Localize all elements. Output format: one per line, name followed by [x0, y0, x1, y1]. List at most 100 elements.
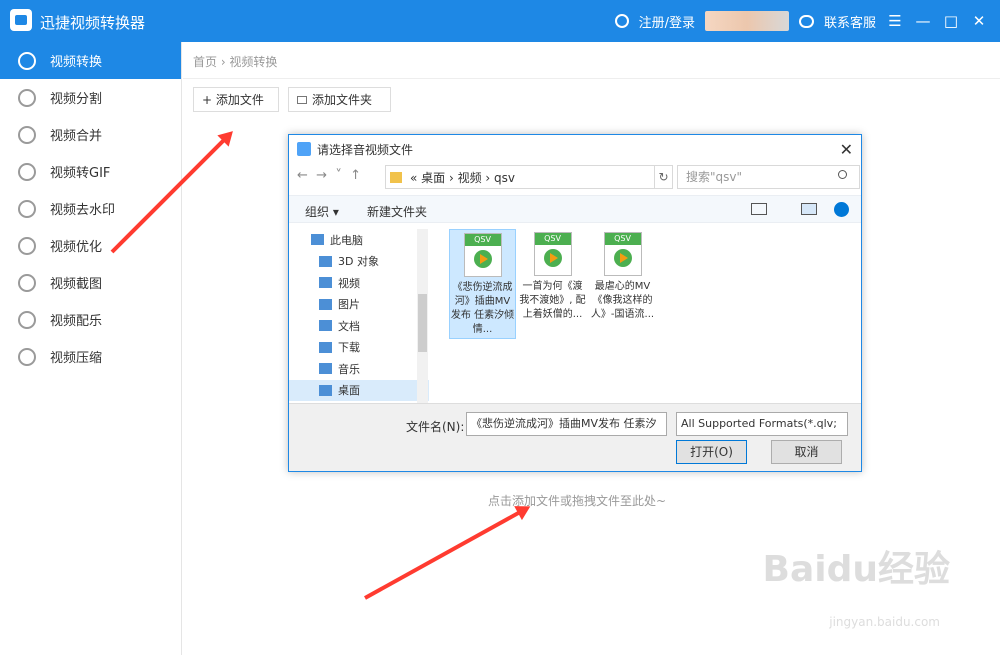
dialog-title-bar: 请选择音视频文件 [289, 135, 861, 163]
organize-button[interactable]: 组织 ▾ [305, 203, 339, 220]
dialog-title: 请选择音视频文件 [317, 142, 414, 157]
filename-input[interactable]: 《悲伤逆流成河》插曲MV发布 任素汐 [466, 412, 667, 436]
file-item[interactable]: QSV 最虐心的MV《像我这样的人》-国语流... [589, 229, 656, 339]
sidebar-item-merge[interactable]: 视频合并 [0, 116, 181, 153]
video-folder-icon [319, 277, 332, 289]
convert-icon [18, 51, 36, 70]
blurred-username [704, 11, 789, 31]
file-type-select[interactable]: All Supported Formats(*.qlv; [676, 412, 848, 436]
tree-scrollbar[interactable] [417, 229, 428, 403]
user-icon [614, 14, 629, 28]
titlebar-actions: 注册/登录 联系客服 ☰ — □ ✕ [614, 0, 988, 42]
add-folder-button[interactable]: 添加文件夹 [288, 87, 391, 112]
address-row: ← → ˅ ↑ « 桌面 › 视频 › qsv ↻ 搜索"qsv" [297, 165, 860, 189]
sidebar-item-label: 视频转换 [50, 55, 103, 70]
dialog-close-icon[interactable]: ✕ [840, 140, 853, 159]
qsv-badge: QSV [534, 233, 571, 245]
close-icon[interactable]: ✕ [970, 12, 988, 30]
preview-pane-icon[interactable] [801, 203, 817, 215]
sidebar-item-optimize[interactable]: 视频优化 [0, 227, 181, 264]
sidebar-item-label: 视频去水印 [50, 203, 116, 218]
file-item[interactable]: QSV 一首为何《渡我不渡她》, 配上着妖僧的... [519, 229, 586, 339]
cloud-icon [297, 142, 311, 156]
sidebar-item-label: 视频合并 [50, 129, 103, 144]
title-bar: 迅捷视频转换器 注册/登录 联系客服 ☰ — □ ✕ [0, 0, 1000, 42]
sidebar-item-label: 视频配乐 [50, 314, 103, 329]
merge-icon [18, 125, 36, 144]
tree-item-label: 文档 [338, 319, 360, 333]
tree-item-label: 图片 [338, 298, 360, 312]
dialog-bottom-bar: 文件名(N): 《悲伤逆流成河》插曲MV发布 任素汐 All Supported… [289, 403, 861, 471]
baidu-watermark: Baidu经验 [762, 549, 950, 590]
cancel-button[interactable]: 取消 [771, 440, 842, 464]
tree-item-desktop[interactable]: 桌面 [289, 379, 429, 401]
app-title: 迅捷视频转换器 [40, 14, 146, 32]
new-folder-button[interactable]: 新建文件夹 [367, 203, 427, 220]
gif-icon [18, 162, 36, 181]
minimize-icon[interactable]: — [914, 12, 932, 30]
search-input[interactable]: 搜索"qsv" [677, 165, 860, 189]
tree-item-label: 音乐 [338, 362, 360, 376]
watermark-url: jingyan.baidu.com [829, 615, 940, 629]
address-text: « 桌面 › 视频 › qsv [410, 170, 515, 185]
sidebar-item-split[interactable]: 视频分割 [0, 79, 181, 116]
search-icon[interactable] [838, 170, 847, 179]
computer-icon [311, 234, 324, 246]
login-link[interactable]: 注册/登录 [639, 12, 695, 31]
sidebar: 视频转换 视频分割 视频合并 视频转GIF 视频去水印 视频优化 视频截图 视频… [0, 42, 182, 655]
app-logo-icon [10, 9, 32, 31]
3d-objects-icon [319, 255, 332, 267]
tree-item-label: 桌面 [338, 384, 360, 398]
help-icon[interactable] [834, 202, 849, 217]
service-link[interactable]: 联系客服 [824, 12, 876, 31]
dialog-toolbar: 组织 ▾ 新建文件夹 [289, 195, 861, 223]
tree-item-pictures[interactable]: 图片 [289, 294, 429, 316]
menu-icon[interactable]: ☰ [886, 12, 904, 30]
picture-folder-icon [319, 298, 332, 310]
scrollbar-thumb[interactable] [418, 294, 427, 352]
tree-item-documents[interactable]: 文档 [289, 315, 429, 337]
download-icon [319, 341, 332, 353]
sidebar-item-compress[interactable]: 视频压缩 [0, 338, 181, 375]
sidebar-item-convert[interactable]: 视频转换 [0, 42, 181, 79]
maximize-icon[interactable]: □ [942, 12, 960, 30]
split-icon [18, 88, 36, 107]
qsv-file-icon: QSV [603, 232, 642, 276]
chat-icon [798, 14, 814, 28]
navigation-icons[interactable]: ← → ˅ ↑ [297, 168, 361, 183]
file-name: 《悲伤逆流成河》插曲MV发布 任素汐倾情... [450, 282, 515, 335]
qsv-file-icon: QSV [533, 232, 572, 276]
watermark-icon [18, 199, 36, 218]
sidebar-item-gif[interactable]: 视频转GIF [0, 153, 181, 190]
file-list: QSV 《悲伤逆流成河》插曲MV发布 任素汐倾情... QSV 一首为何《渡我不… [439, 229, 859, 403]
optimize-icon [18, 236, 36, 255]
sidebar-item-screenshot[interactable]: 视频截图 [0, 264, 181, 301]
tree-item-this-pc[interactable]: 此电脑 [289, 229, 429, 251]
sidebar-item-label: 视频优化 [50, 240, 103, 255]
tree-item-3d-objects[interactable]: 3D 对象 [289, 251, 429, 273]
refresh-icon[interactable]: ↻ [655, 165, 673, 189]
tree-item-downloads[interactable]: 下载 [289, 337, 429, 359]
tree-item-label: 此电脑 [330, 233, 363, 247]
file-item[interactable]: QSV 《悲伤逆流成河》插曲MV发布 任素汐倾情... [449, 229, 516, 339]
divider [183, 78, 1000, 79]
add-folder-label: 添加文件夹 [312, 93, 373, 107]
sidebar-item-music[interactable]: 视频配乐 [0, 301, 181, 338]
sidebar-item-label: 视频截图 [50, 277, 103, 292]
filename-label: 文件名(N): [406, 420, 465, 434]
play-icon [473, 250, 492, 268]
music-note-icon [319, 363, 332, 375]
view-icon[interactable] [751, 203, 767, 215]
sidebar-item-label: 视频转GIF [50, 166, 111, 181]
tree-item-music[interactable]: 音乐 [289, 358, 429, 380]
tree-item-label: 视频 [338, 276, 360, 290]
desktop-icon [319, 384, 332, 396]
compress-icon [18, 347, 36, 366]
qsv-badge: QSV [604, 233, 641, 245]
open-button[interactable]: 打开(O) [676, 440, 747, 464]
breadcrumb: 首页 › 视频转换 [193, 55, 278, 69]
tree-item-videos[interactable]: 视频 [289, 272, 429, 294]
add-file-button[interactable]: + 添加文件 [193, 87, 279, 112]
play-icon [543, 249, 562, 267]
address-bar[interactable]: « 桌面 › 视频 › qsv [385, 165, 655, 189]
